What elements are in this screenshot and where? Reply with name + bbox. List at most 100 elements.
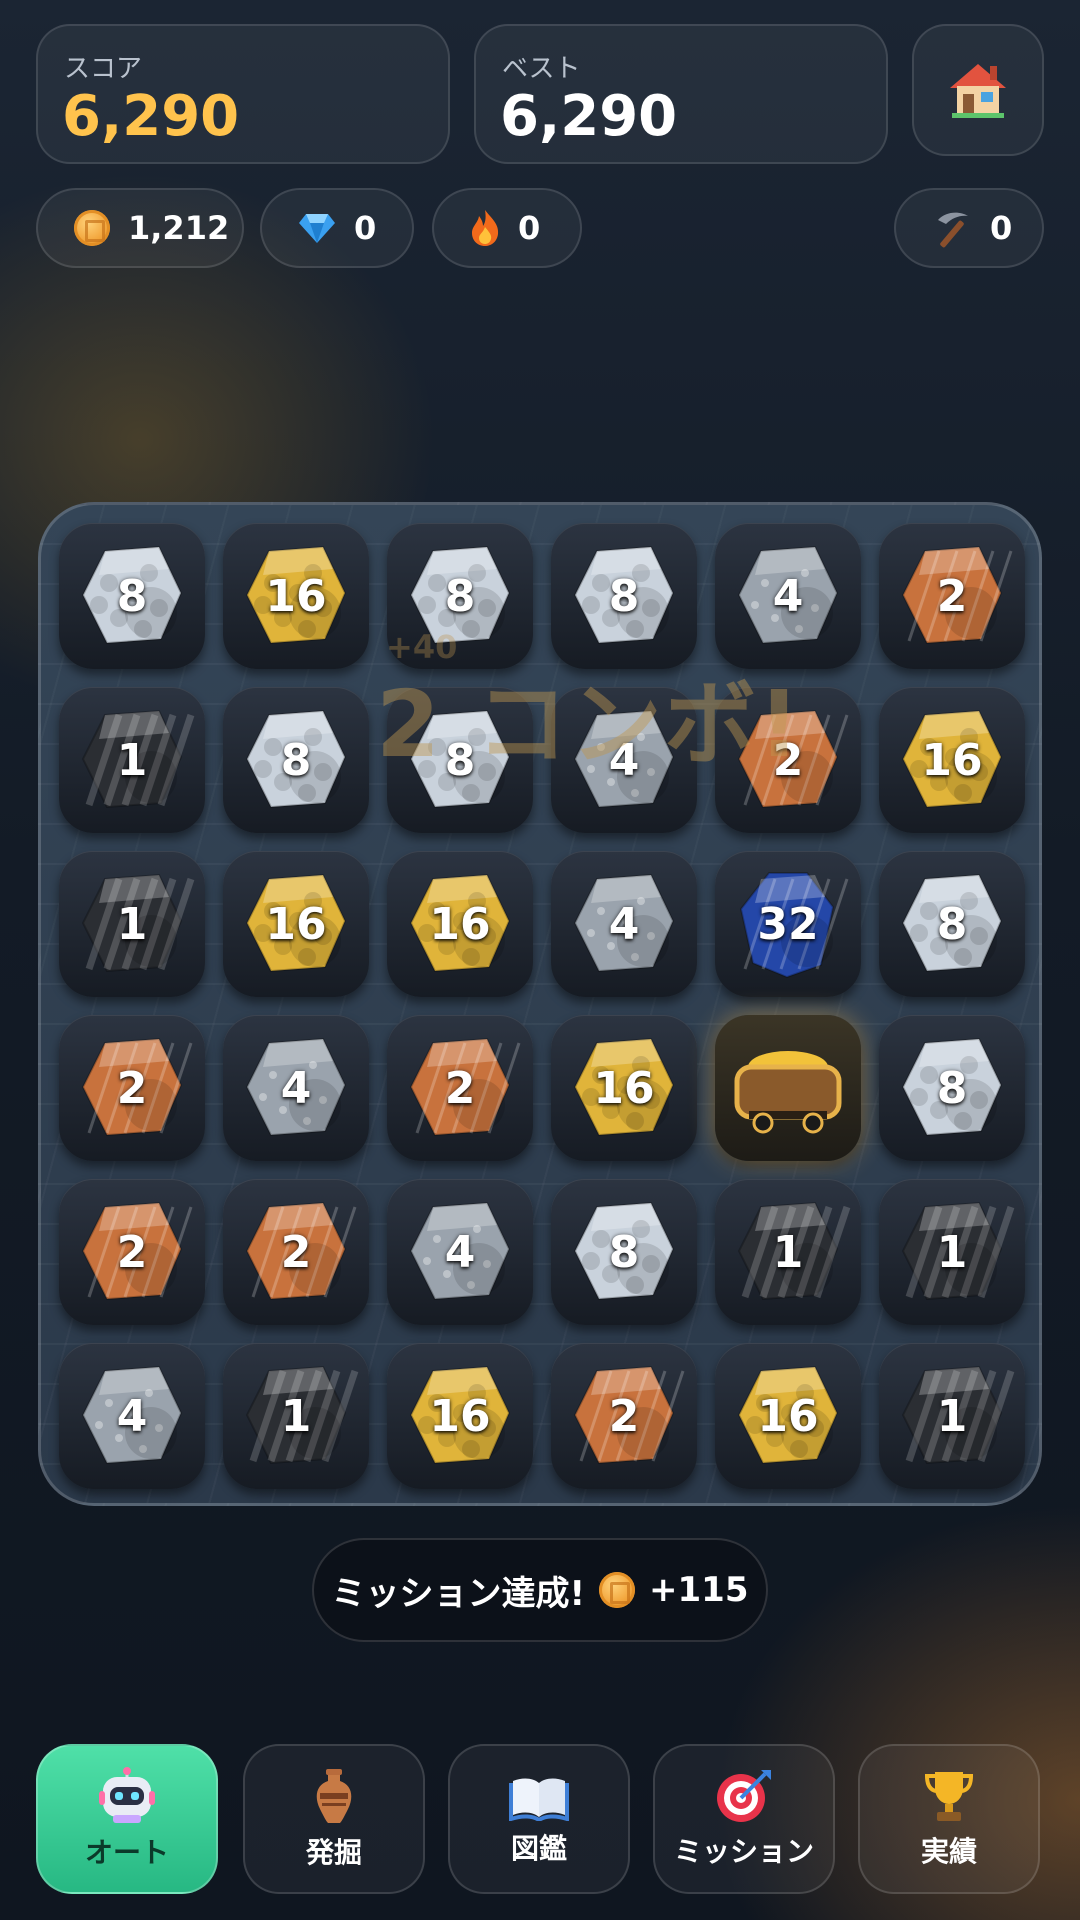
nav-mission-button[interactable]: ミッション: [653, 1744, 835, 1894]
nav-achievements-label: 実績: [920, 1835, 977, 1868]
ore-tile[interactable]: 2: [59, 1179, 205, 1325]
best-score-card: ベスト 6,290: [474, 24, 888, 164]
tile-value: 2: [116, 1062, 148, 1114]
ore-tile[interactable]: 4: [387, 1179, 533, 1325]
ore-tile[interactable]: 2: [879, 523, 1025, 669]
fire-counter: 0: [432, 188, 582, 268]
ore-tile[interactable]: 16: [223, 523, 369, 669]
tile-value: 4: [444, 1226, 476, 1278]
coin-counter: 1,212: [36, 188, 244, 268]
nav-auto-button[interactable]: オート: [36, 1744, 218, 1894]
fire-count: 0: [518, 209, 541, 247]
pickaxe-icon: [938, 212, 968, 248]
nav-mission-label: ミッション: [673, 1835, 814, 1868]
ore-tile[interactable]: 1: [879, 1179, 1025, 1325]
tile-value: 1: [116, 898, 148, 950]
ore-tile[interactable]: 1: [223, 1343, 369, 1489]
combo-text: 2 コンボ!: [376, 671, 803, 778]
ore-tile[interactable]: 2: [59, 1015, 205, 1161]
mine-cart-tile[interactable]: [715, 1015, 861, 1161]
tile-value: 16: [265, 570, 327, 622]
ore-tile[interactable]: 16: [715, 1343, 861, 1489]
ore-tile[interactable]: 8: [879, 1015, 1025, 1161]
score-value: 6,290: [62, 84, 240, 149]
home-button[interactable]: [912, 24, 1044, 156]
ore-tile[interactable]: 4: [223, 1015, 369, 1161]
ore-tile[interactable]: 32: [715, 851, 861, 997]
ore-tile[interactable]: 4: [715, 523, 861, 669]
mission-complete-toast: ミッション達成! +115: [312, 1538, 768, 1642]
ore-tile[interactable]: 1: [879, 1343, 1025, 1489]
tile-value: 4: [608, 898, 640, 950]
tile-value: 1: [280, 1390, 312, 1442]
nav-achievements-button[interactable]: 実績: [858, 1744, 1040, 1894]
tile-value: 8: [280, 734, 312, 786]
ore-tile[interactable]: 16: [387, 1343, 533, 1489]
tile-value: 8: [936, 898, 968, 950]
tile-value: 1: [772, 1226, 804, 1278]
tile-value: 4: [116, 1390, 148, 1442]
ore-tile[interactable]: 1: [59, 851, 205, 997]
tile-value: 16: [593, 1062, 655, 1114]
tile-value: 16: [921, 734, 983, 786]
house-icon: [950, 64, 1006, 118]
ore-tile[interactable]: 8: [223, 687, 369, 833]
fire-icon: [472, 210, 499, 246]
trophy-icon: [924, 1772, 974, 1821]
mission-toast-text: ミッション達成!: [331, 1573, 586, 1614]
ore-tile[interactable]: 2: [387, 1015, 533, 1161]
ore-tile[interactable]: 4: [59, 1343, 205, 1489]
ore-tile[interactable]: 4: [551, 851, 697, 997]
nav-encyclopedia-label: 図鑑: [510, 1832, 567, 1865]
tile-value: 4: [280, 1062, 312, 1114]
nav-dig-label: 発掘: [305, 1836, 362, 1869]
nav-auto-label: オート: [84, 1836, 169, 1869]
tile-value: 1: [116, 734, 148, 786]
pickaxe-counter: 0: [894, 188, 1044, 268]
mine-cart-icon: [734, 1051, 842, 1134]
target-icon: [717, 1770, 771, 1822]
ore-tile[interactable]: 1: [59, 687, 205, 833]
tile-value: 2: [608, 1390, 640, 1442]
ore-tile[interactable]: 8: [59, 523, 205, 669]
score-card: スコア 6,290: [36, 24, 450, 164]
nav-dig-button[interactable]: 発掘: [243, 1744, 425, 1894]
ore-tile[interactable]: 2: [551, 1343, 697, 1489]
ore-tile[interactable]: 16: [879, 687, 1025, 833]
tile-value: 32: [757, 898, 819, 950]
tile-value: 2: [116, 1226, 148, 1278]
ore-tile[interactable]: 8: [879, 851, 1025, 997]
book-icon: [509, 1778, 569, 1821]
tile-value: 1: [936, 1226, 968, 1278]
best-score-value: 6,290: [500, 84, 678, 149]
best-score-label: ベスト: [502, 54, 581, 84]
ore-tile[interactable]: 8: [551, 1179, 697, 1325]
pickaxe-count: 0: [990, 209, 1013, 247]
ore-tile[interactable]: 16: [387, 851, 533, 997]
ore-tile[interactable]: 16: [551, 1015, 697, 1161]
tile-value: 4: [772, 570, 804, 622]
gem-icon: [299, 214, 335, 243]
tile-value: 16: [757, 1390, 819, 1442]
ore-tile[interactable]: 8: [551, 523, 697, 669]
tile-value: 16: [429, 898, 491, 950]
tile-value: 8: [936, 1062, 968, 1114]
gem-count: 0: [354, 209, 377, 247]
tile-value: 1: [936, 1390, 968, 1442]
vase-icon: [316, 1769, 352, 1823]
robot-icon: [99, 1767, 155, 1823]
coin-icon: [599, 1572, 636, 1608]
tile-value: 16: [429, 1390, 491, 1442]
tile-value: 2: [280, 1226, 312, 1278]
ore-tile[interactable]: 2: [223, 1179, 369, 1325]
tile-value: 2: [936, 570, 968, 622]
tile-value: 8: [608, 1226, 640, 1278]
tile-value: 8: [608, 570, 640, 622]
score-label: スコア: [64, 54, 143, 84]
mission-reward: +115: [649, 1570, 749, 1610]
ore-tile[interactable]: 16: [223, 851, 369, 997]
coin-count: 1,212: [128, 209, 230, 247]
nav-encyclopedia-button[interactable]: 図鑑: [448, 1744, 630, 1894]
tile-value: 8: [116, 570, 148, 622]
ore-tile[interactable]: 1: [715, 1179, 861, 1325]
